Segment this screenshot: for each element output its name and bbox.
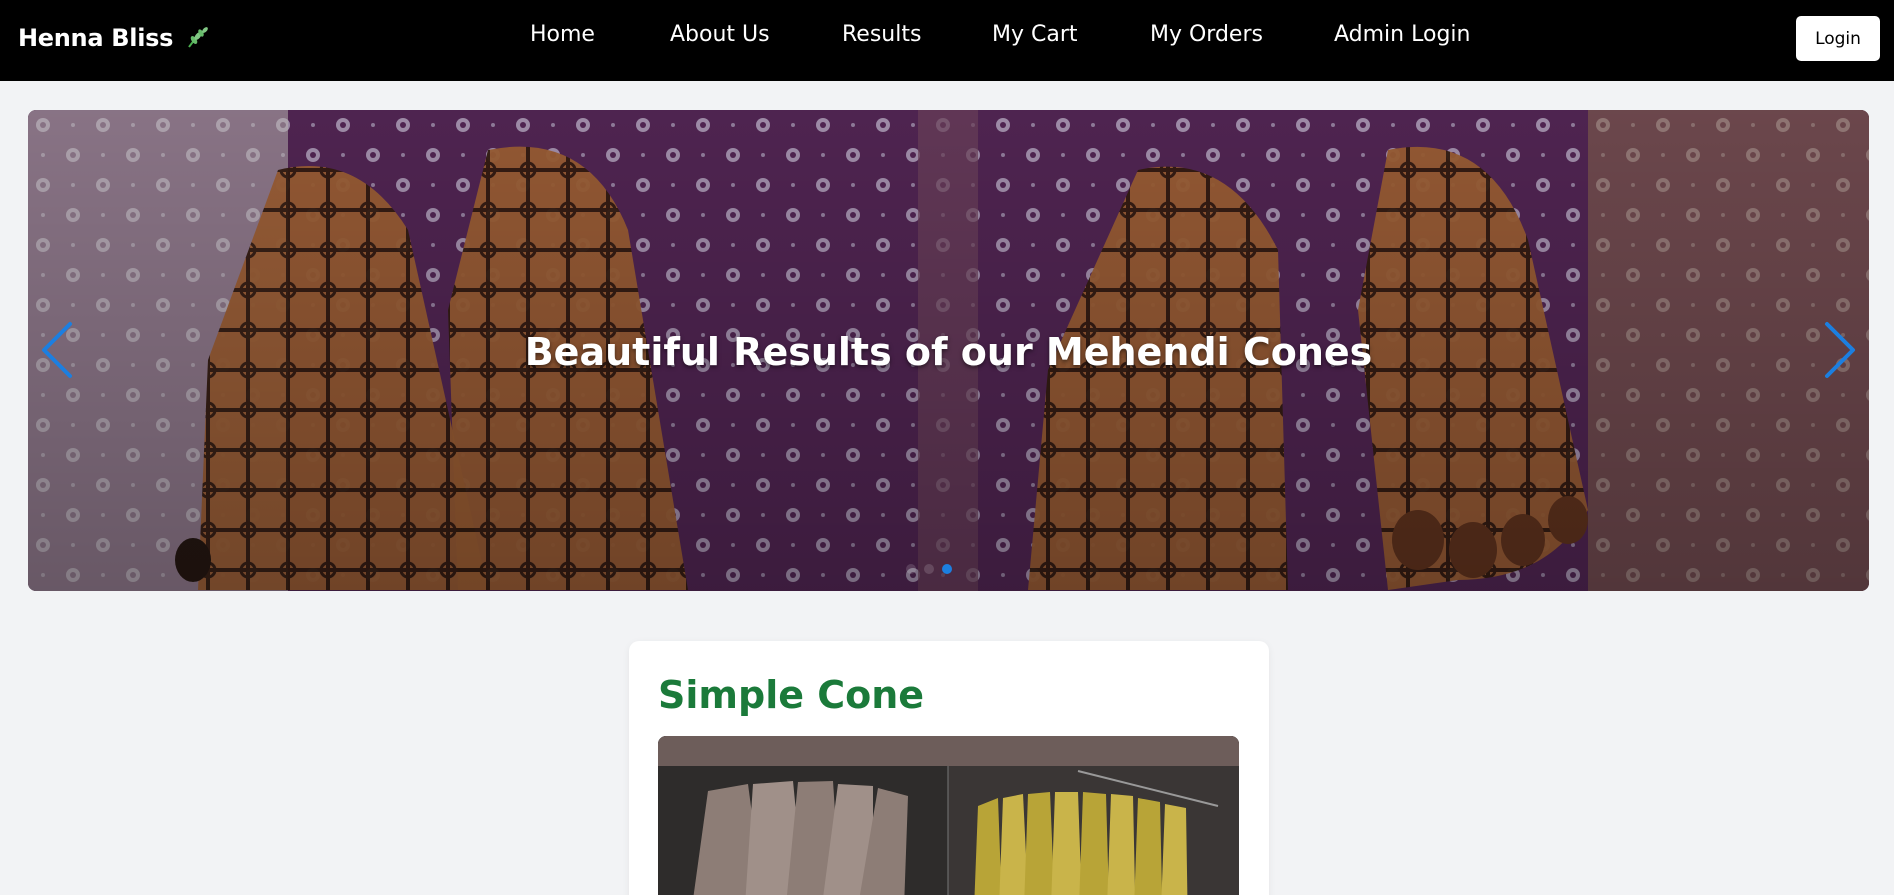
results-carousel: Beautiful Results of our Mehendi Cones <box>28 110 1869 591</box>
nav-results[interactable]: Results <box>842 22 921 47</box>
leaf-icon <box>188 27 208 48</box>
nav-about-us[interactable]: About Us <box>670 22 770 47</box>
product-image[interactable] <box>658 736 1239 895</box>
nav-my-orders[interactable]: My Orders <box>1150 22 1263 47</box>
carousel-indicator-2[interactable] <box>923 564 934 574</box>
login-button[interactable]: Login <box>1796 16 1880 61</box>
nav-admin-login[interactable]: Admin Login <box>1334 22 1470 47</box>
nav-my-cart[interactable]: My Cart <box>992 22 1078 47</box>
product-card: Simple Cone <box>629 641 1269 895</box>
carousel-indicator-3[interactable] <box>941 564 952 574</box>
chevron-right-icon[interactable] <box>1819 320 1859 380</box>
product-title: Simple Cone <box>658 673 925 717</box>
nav-home[interactable]: Home <box>530 22 595 47</box>
carousel-caption: Beautiful Results of our Mehendi Cones <box>524 330 1373 374</box>
carousel-indicators <box>28 564 1849 574</box>
brand-name: Henna Bliss <box>18 24 174 52</box>
navbar: Henna Bliss Home About Us Results My Car… <box>0 0 1894 81</box>
brand[interactable]: Henna Bliss <box>18 24 211 52</box>
product-photo <box>658 736 1239 895</box>
carousel-indicator-1[interactable] <box>905 564 916 574</box>
